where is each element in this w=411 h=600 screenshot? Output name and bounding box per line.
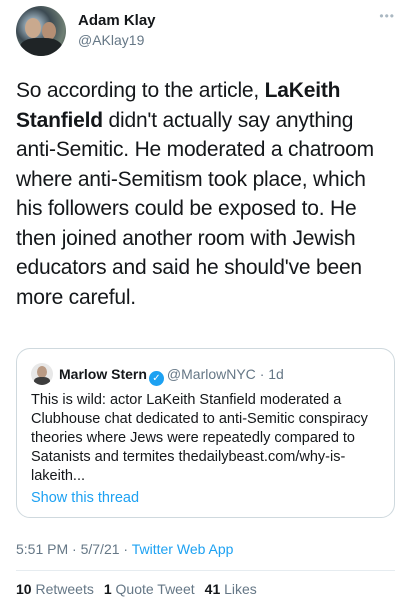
avatar-face xyxy=(25,18,41,38)
quoted-avatar[interactable] xyxy=(31,363,53,385)
tweet-text-part: didn't actually say anything anti-Semiti… xyxy=(16,108,374,309)
quotes-label: Quote Tweet xyxy=(115,581,195,597)
quoted-time: 1d xyxy=(268,366,284,382)
separator: · xyxy=(123,541,129,557)
tweet-source[interactable]: Twitter Web App xyxy=(132,541,234,557)
quotes-count: 1 xyxy=(103,581,112,597)
tweet-time[interactable]: 5:51 PM xyxy=(16,541,68,557)
tweet-text: So according to the article, LaKeith Sta… xyxy=(16,76,396,312)
ellipsis-icon[interactable]: ••• xyxy=(375,10,395,22)
author-handle[interactable]: @AKlay19 xyxy=(78,31,156,49)
show-thread-link[interactable]: Show this thread xyxy=(31,489,139,508)
quoted-author-handle[interactable]: @MarlowNYC xyxy=(167,366,256,382)
separator: · xyxy=(72,541,77,557)
quotes-stat[interactable]: 1 Quote Tweet xyxy=(104,581,195,597)
tweet-header: Adam Klay @AKlay19 ••• xyxy=(16,6,395,58)
verified-badge-icon: ✓ xyxy=(148,371,164,386)
quoted-avatar-body xyxy=(34,377,50,385)
author-display-name[interactable]: Adam Klay xyxy=(78,12,156,30)
quoted-author-name[interactable]: Marlow Stern xyxy=(59,366,147,382)
avatar-body xyxy=(20,38,62,56)
retweets-stat[interactable]: 10 Retweets xyxy=(16,581,94,597)
quoted-header: Marlow Stern ✓ @MarlowNYC · 1d xyxy=(59,365,284,386)
divider xyxy=(16,570,395,571)
quoted-text: This is wild: actor LaKeith Stanfield mo… xyxy=(31,392,368,484)
tweet-date[interactable]: 5/7/21 xyxy=(81,541,120,557)
likes-count: 41 xyxy=(204,581,221,597)
separator: · xyxy=(259,366,265,382)
retweets-count: 10 xyxy=(16,581,32,597)
author-names[interactable]: Adam Klay @AKlay19 xyxy=(78,12,156,49)
retweets-label: Retweets xyxy=(35,581,94,597)
likes-stat[interactable]: 41 Likes xyxy=(205,581,257,597)
likes-label: Likes xyxy=(224,581,257,597)
tweet-text-part: So according to the article, xyxy=(16,79,265,102)
tweet-stats: 10 Retweets 1 Quote Tweet 41 Likes xyxy=(16,580,267,598)
avatar[interactable] xyxy=(16,6,66,56)
quoted-tweet[interactable]: Marlow Stern ✓ @MarlowNYC · 1d This is wil… xyxy=(16,348,395,518)
tweet-meta: 5:51 PM · 5/7/21 · Twitter Web App xyxy=(16,540,233,558)
